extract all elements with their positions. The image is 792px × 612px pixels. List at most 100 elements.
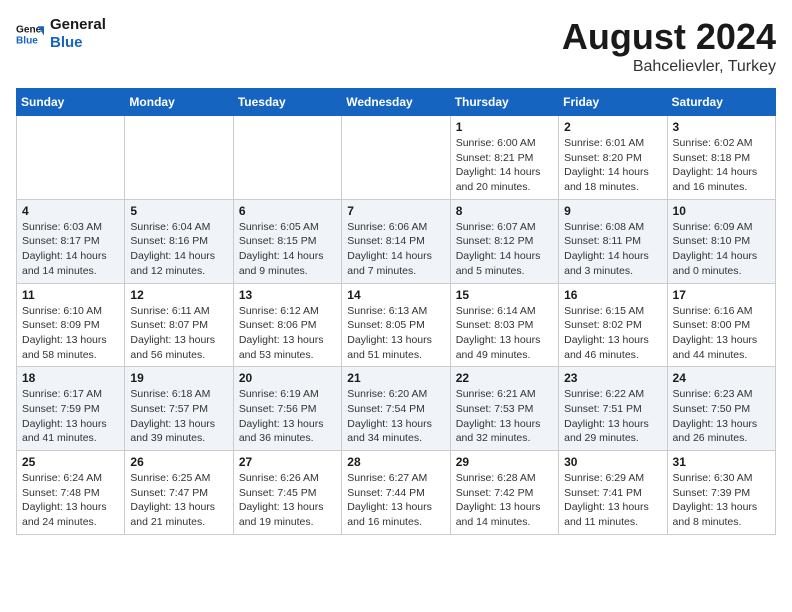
day-detail: Sunrise: 6:08 AM Sunset: 8:11 PM Dayligh… <box>564 220 661 279</box>
calendar-cell: 14 Sunrise: 6:13 AM Sunset: 8:05 PM Dayli… <box>342 283 450 367</box>
subtitle: Bahcelievler, Turkey <box>562 58 776 76</box>
day-detail: Sunrise: 6:12 AM Sunset: 8:06 PM Dayligh… <box>239 304 336 363</box>
calendar-cell: 13 Sunrise: 6:12 AM Sunset: 8:06 PM Dayli… <box>233 283 341 367</box>
day-detail: Sunrise: 6:00 AM Sunset: 8:21 PM Dayligh… <box>456 136 553 195</box>
day-detail: Sunrise: 6:15 AM Sunset: 8:02 PM Dayligh… <box>564 304 661 363</box>
day-detail: Sunrise: 6:18 AM Sunset: 7:57 PM Dayligh… <box>130 387 227 446</box>
calendar-cell: 23Sunrise: 6:22 AM Sunset: 7:51 PM Dayli… <box>559 367 667 451</box>
day-number: 29 <box>456 455 553 469</box>
calendar-cell: 26 Sunrise: 6:25 AM Sunset: 7:47 PM Dayli… <box>125 451 233 535</box>
header-row: SundayMondayTuesdayWednesdayThursdayFrid… <box>17 89 776 116</box>
day-detail: Sunrise: 6:29 AM Sunset: 7:41 PM Dayligh… <box>564 471 661 530</box>
calendar-cell <box>342 116 450 200</box>
day-number: 10 <box>673 204 770 218</box>
calendar-header: SundayMondayTuesdayWednesdayThursdayFrid… <box>17 89 776 116</box>
day-detail: Sunrise: 6:24 AM Sunset: 7:48 PM Dayligh… <box>22 471 119 530</box>
day-number: 31 <box>673 455 770 469</box>
day-detail: Sunrise: 6:27 AM Sunset: 7:44 PM Dayligh… <box>347 471 444 530</box>
day-number: 24 <box>673 371 770 385</box>
calendar-cell: 3Sunrise: 6:02 AM Sunset: 8:18 PM Daylig… <box>667 116 775 200</box>
day-detail: Sunrise: 6:09 AM Sunset: 8:10 PM Dayligh… <box>673 220 770 279</box>
day-detail: Sunrise: 6:03 AM Sunset: 8:17 PM Dayligh… <box>22 220 119 279</box>
day-detail: Sunrise: 6:13 AM Sunset: 8:05 PM Dayligh… <box>347 304 444 363</box>
day-number: 6 <box>239 204 336 218</box>
calendar-cell <box>17 116 125 200</box>
day-detail: Sunrise: 6:16 AM Sunset: 8:00 PM Dayligh… <box>673 304 770 363</box>
calendar-cell: 10 Sunrise: 6:09 AM Sunset: 8:10 PM Dayli… <box>667 199 775 283</box>
day-detail: Sunrise: 6:19 AM Sunset: 7:56 PM Dayligh… <box>239 387 336 446</box>
day-number: 22 <box>456 371 553 385</box>
day-number: 25 <box>22 455 119 469</box>
day-number: 14 <box>347 288 444 302</box>
calendar-cell: 2 Sunrise: 6:01 AM Sunset: 8:20 PM Daylig… <box>559 116 667 200</box>
calendar-cell: 5 Sunrise: 6:04 AM Sunset: 8:16 PM Daylig… <box>125 199 233 283</box>
day-number: 19 <box>130 371 227 385</box>
calendar-cell: 27 Sunrise: 6:26 AM Sunset: 7:45 PM Dayli… <box>233 451 341 535</box>
title-block: August 2024 Bahcelievler, Turkey <box>562 16 776 76</box>
day-number: 5 <box>130 204 227 218</box>
day-number: 26 <box>130 455 227 469</box>
day-number: 2 <box>564 120 661 134</box>
day-detail: Sunrise: 6:14 AM Sunset: 8:03 PM Dayligh… <box>456 304 553 363</box>
calendar-cell: 20 Sunrise: 6:19 AM Sunset: 7:56 PM Dayli… <box>233 367 341 451</box>
week-row-3: 11Sunrise: 6:10 AM Sunset: 8:09 PM Dayli… <box>17 283 776 367</box>
day-detail: Sunrise: 6:21 AM Sunset: 7:53 PM Dayligh… <box>456 387 553 446</box>
week-row-1: 1 Sunrise: 6:00 AM Sunset: 8:21 PM Daylig… <box>17 116 776 200</box>
day-number: 16 <box>564 288 661 302</box>
day-detail: Sunrise: 6:28 AM Sunset: 7:42 PM Dayligh… <box>456 471 553 530</box>
week-row-4: 18Sunrise: 6:17 AM Sunset: 7:59 PM Dayli… <box>17 367 776 451</box>
page-header: General Blue General Blue August 2024 Ba… <box>16 16 776 76</box>
calendar-cell: 1 Sunrise: 6:00 AM Sunset: 8:21 PM Daylig… <box>450 116 558 200</box>
calendar-cell: 7Sunrise: 6:06 AM Sunset: 8:14 PM Daylig… <box>342 199 450 283</box>
calendar-cell: 6 Sunrise: 6:05 AM Sunset: 8:15 PM Daylig… <box>233 199 341 283</box>
day-detail: Sunrise: 6:25 AM Sunset: 7:47 PM Dayligh… <box>130 471 227 530</box>
day-number: 30 <box>564 455 661 469</box>
logo: General Blue General Blue <box>16 16 106 52</box>
calendar-cell: 22 Sunrise: 6:21 AM Sunset: 7:53 PM Dayli… <box>450 367 558 451</box>
calendar-cell: 16 Sunrise: 6:15 AM Sunset: 8:02 PM Dayli… <box>559 283 667 367</box>
header-day-friday: Friday <box>559 89 667 116</box>
calendar-cell: 18Sunrise: 6:17 AM Sunset: 7:59 PM Dayli… <box>17 367 125 451</box>
header-day-saturday: Saturday <box>667 89 775 116</box>
day-detail: Sunrise: 6:11 AM Sunset: 8:07 PM Dayligh… <box>130 304 227 363</box>
svg-text:Blue: Blue <box>16 35 38 46</box>
calendar-cell: 9 Sunrise: 6:08 AM Sunset: 8:11 PM Daylig… <box>559 199 667 283</box>
day-detail: Sunrise: 6:17 AM Sunset: 7:59 PM Dayligh… <box>22 387 119 446</box>
day-number: 15 <box>456 288 553 302</box>
calendar-cell: 4 Sunrise: 6:03 AM Sunset: 8:17 PM Daylig… <box>17 199 125 283</box>
logo-general: General <box>50 16 106 34</box>
calendar-cell: 11Sunrise: 6:10 AM Sunset: 8:09 PM Dayli… <box>17 283 125 367</box>
day-number: 9 <box>564 204 661 218</box>
calendar-cell <box>125 116 233 200</box>
day-number: 4 <box>22 204 119 218</box>
header-day-wednesday: Wednesday <box>342 89 450 116</box>
week-row-5: 25 Sunrise: 6:24 AM Sunset: 7:48 PM Dayli… <box>17 451 776 535</box>
header-day-sunday: Sunday <box>17 89 125 116</box>
svg-text:General: General <box>16 24 44 35</box>
day-number: 12 <box>130 288 227 302</box>
calendar-cell: 28 Sunrise: 6:27 AM Sunset: 7:44 PM Dayli… <box>342 451 450 535</box>
day-detail: Sunrise: 6:04 AM Sunset: 8:16 PM Dayligh… <box>130 220 227 279</box>
day-number: 20 <box>239 371 336 385</box>
calendar-cell: 17Sunrise: 6:16 AM Sunset: 8:00 PM Dayli… <box>667 283 775 367</box>
week-row-2: 4 Sunrise: 6:03 AM Sunset: 8:17 PM Daylig… <box>17 199 776 283</box>
calendar-body: 1 Sunrise: 6:00 AM Sunset: 8:21 PM Daylig… <box>17 116 776 535</box>
day-detail: Sunrise: 6:26 AM Sunset: 7:45 PM Dayligh… <box>239 471 336 530</box>
day-number: 28 <box>347 455 444 469</box>
day-detail: Sunrise: 6:22 AM Sunset: 7:51 PM Dayligh… <box>564 387 661 446</box>
day-number: 27 <box>239 455 336 469</box>
day-number: 11 <box>22 288 119 302</box>
day-number: 21 <box>347 371 444 385</box>
day-number: 13 <box>239 288 336 302</box>
calendar-cell: 31Sunrise: 6:30 AM Sunset: 7:39 PM Dayli… <box>667 451 775 535</box>
logo-blue: Blue <box>50 34 106 52</box>
calendar-cell: 29 Sunrise: 6:28 AM Sunset: 7:42 PM Dayli… <box>450 451 558 535</box>
day-number: 8 <box>456 204 553 218</box>
calendar-cell: 19 Sunrise: 6:18 AM Sunset: 7:57 PM Dayli… <box>125 367 233 451</box>
day-detail: Sunrise: 6:01 AM Sunset: 8:20 PM Dayligh… <box>564 136 661 195</box>
day-number: 7 <box>347 204 444 218</box>
day-number: 3 <box>673 120 770 134</box>
day-number: 1 <box>456 120 553 134</box>
day-detail: Sunrise: 6:07 AM Sunset: 8:12 PM Dayligh… <box>456 220 553 279</box>
day-detail: Sunrise: 6:05 AM Sunset: 8:15 PM Dayligh… <box>239 220 336 279</box>
